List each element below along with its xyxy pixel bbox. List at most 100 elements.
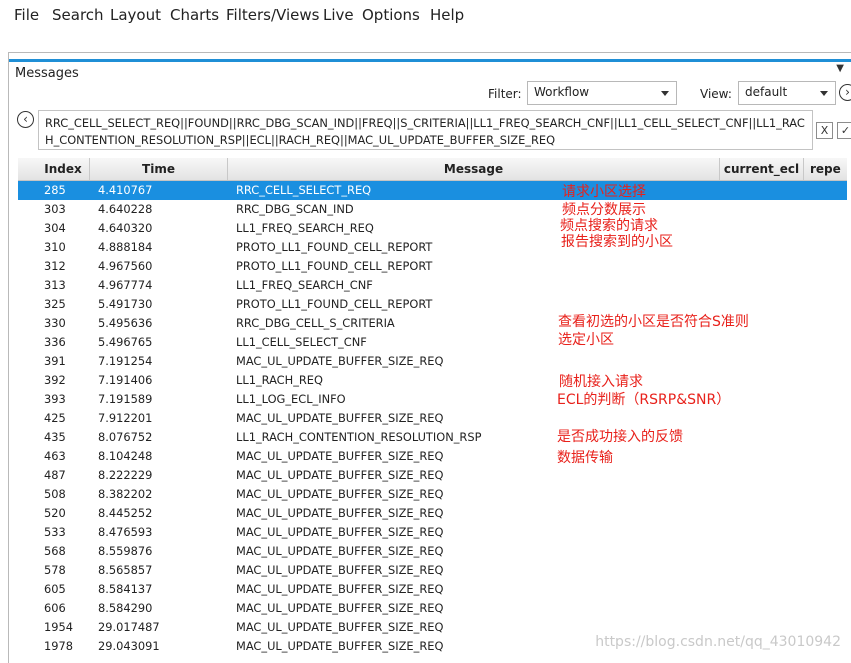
view-label: View: [700,87,732,101]
cell-time: 8.559876 [98,544,153,558]
cell-index: 392 [44,373,66,387]
cell-message: MAC_UL_UPDATE_BUFFER_SIZE_REQ [236,449,444,463]
table-row[interactable]: 312 4.967560 PROTO_LL1_FOUND_CELL_REPORT [18,257,847,276]
cell-time: 8.476593 [98,525,153,539]
menu-search[interactable]: Search [52,6,104,24]
apply-filter-button[interactable]: ✓ [837,122,851,139]
cell-message: MAC_UL_UPDATE_BUFFER_SIZE_REQ [236,639,444,653]
cell-time: 4.888184 [98,240,153,254]
cell-time: 8.584290 [98,601,153,615]
cell-time: 8.382202 [98,487,153,501]
cell-index: 435 [44,430,66,444]
cell-index: 330 [44,316,66,330]
cell-index: 1954 [44,620,73,634]
table-row[interactable]: 463 8.104248 MAC_UL_UPDATE_BUFFER_SIZE_REQ [18,447,847,466]
cell-time: 7.912201 [98,411,153,425]
cell-time: 8.076752 [98,430,153,444]
table-row[interactable]: 435 8.076752 LL1_RACH_CONTENTION_RESOLUTIO… [18,428,847,447]
table-row[interactable]: 391 7.191254 MAC_UL_UPDATE_BUFFER_SIZE_REQ [18,352,847,371]
cell-message: RRC_CELL_SELECT_REQ [236,183,372,197]
menu-live[interactable]: Live [323,6,354,24]
column-header-repe[interactable]: repe [804,158,847,180]
cell-time: 7.191406 [98,373,153,387]
cell-time: 8.222229 [98,468,153,482]
view-dropdown[interactable]: default [738,81,836,105]
cell-time: 5.495636 [98,316,153,330]
menu-charts[interactable]: Charts [170,6,219,24]
table-row[interactable]: 605 8.584137 MAC_UL_UPDATE_BUFFER_SIZE_REQ [18,580,847,599]
panel-title: Messages [15,66,79,81]
chevron-down-icon [661,91,669,96]
cell-time: 5.491730 [98,297,153,311]
table-row[interactable]: 303 4.640228 RRC_DBG_SCAN_IND [18,200,847,219]
cell-time: 4.410767 [98,183,153,197]
cell-index: 508 [44,487,66,501]
cell-index: 533 [44,525,66,539]
column-header-index[interactable]: Index [37,158,90,180]
panel-accent-bar [9,59,851,62]
cell-message: MAC_UL_UPDATE_BUFFER_SIZE_REQ [236,563,444,577]
view-dropdown-value: default [745,85,788,99]
cell-message: LL1_RACH_CONTENTION_RESOLUTION_RSP [236,430,482,444]
panel-menu-icon[interactable]: ▼ [836,63,844,74]
cell-message: RRC_DBG_CELL_S_CRITERIA [236,316,395,330]
column-header-message[interactable]: Message [228,158,720,180]
cell-index: 303 [44,202,66,216]
cell-message: MAC_UL_UPDATE_BUFFER_SIZE_REQ [236,601,444,615]
cell-time: 4.640228 [98,202,153,216]
cell-index: 425 [44,411,66,425]
cell-message: LL1_LOG_ECL_INFO [236,392,346,406]
cell-message: LL1_FREQ_SEARCH_CNF [236,278,373,292]
messages-table: Index Time Message current_ecl repe 285 4… [18,158,847,663]
filter-dropdown[interactable]: Workflow [527,81,677,105]
cell-index: 313 [44,278,66,292]
annotation-text: 数据传输 [557,450,613,466]
cell-index: 312 [44,259,66,273]
table-row[interactable]: 392 7.191406 LL1_RACH_REQ [18,371,847,390]
cell-message: MAC_UL_UPDATE_BUFFER_SIZE_REQ [236,354,444,368]
back-circle-icon[interactable]: ‹ [17,111,34,128]
cell-message: MAC_UL_UPDATE_BUFFER_SIZE_REQ [236,487,444,501]
table-row[interactable]: 425 7.912201 MAC_UL_UPDATE_BUFFER_SIZE_REQ [18,409,847,428]
menu-filters-views[interactable]: Filters/Views [226,6,319,24]
cell-time: 29.017487 [98,620,160,634]
annotation-text: 查看初选的小区是否符合S准则 [558,314,749,330]
table-row[interactable]: 310 4.888184 PROTO_LL1_FOUND_CELL_REPORT [18,238,847,257]
cell-time: 7.191254 [98,354,153,368]
menu-help[interactable]: Help [430,6,464,24]
table-row[interactable]: 313 4.967774 LL1_FREQ_SEARCH_CNF [18,276,847,295]
cell-time: 8.445252 [98,506,153,520]
table-row[interactable]: 533 8.476593 MAC_UL_UPDATE_BUFFER_SIZE_REQ [18,523,847,542]
table-row[interactable]: 568 8.559876 MAC_UL_UPDATE_BUFFER_SIZE_REQ [18,542,847,561]
menu-options[interactable]: Options [362,6,420,24]
annotation-text: ECL的判断（RSRP&SNR） [557,392,731,408]
cell-index: 568 [44,544,66,558]
cell-index: 605 [44,582,66,596]
menu-file[interactable]: File [14,6,39,24]
cell-index: 393 [44,392,66,406]
cell-index: 325 [44,297,66,311]
table-row[interactable]: 487 8.222229 MAC_UL_UPDATE_BUFFER_SIZE_REQ [18,466,847,485]
column-header-time[interactable]: Time [90,158,228,180]
cell-message: MAC_UL_UPDATE_BUFFER_SIZE_REQ [236,582,444,596]
table-row[interactable]: 304 4.640320 LL1_FREQ_SEARCH_REQ [18,219,847,238]
forward-circle-icon[interactable]: › [839,84,851,101]
cell-message: MAC_UL_UPDATE_BUFFER_SIZE_REQ [236,468,444,482]
table-row[interactable]: 578 8.565857 MAC_UL_UPDATE_BUFFER_SIZE_REQ [18,561,847,580]
table-row[interactable]: 606 8.584290 MAC_UL_UPDATE_BUFFER_SIZE_REQ [18,599,847,618]
table-row[interactable]: 336 5.496765 LL1_CELL_SELECT_CNF [18,333,847,352]
cell-message: PROTO_LL1_FOUND_CELL_REPORT [236,240,433,254]
cell-message: MAC_UL_UPDATE_BUFFER_SIZE_REQ [236,544,444,558]
table-row[interactable]: 285 4.410767 RRC_CELL_SELECT_REQ [18,181,847,200]
cell-time: 8.584137 [98,582,153,596]
clear-filter-button[interactable]: X [816,122,833,139]
cell-time: 7.191589 [98,392,153,406]
column-header-current-ecl[interactable]: current_ecl [720,158,804,180]
cell-time: 4.640320 [98,221,153,235]
annotation-text: 报告搜索到的小区 [561,234,673,250]
menu-layout[interactable]: Layout [110,6,161,24]
table-row[interactable]: 520 8.445252 MAC_UL_UPDATE_BUFFER_SIZE_REQ [18,504,847,523]
cell-time: 8.565857 [98,563,153,577]
table-row[interactable]: 508 8.382202 MAC_UL_UPDATE_BUFFER_SIZE_REQ [18,485,847,504]
filter-expression-input[interactable]: RRC_CELL_SELECT_REQ||FOUND||RRC_DBG_SCAN… [38,110,813,150]
